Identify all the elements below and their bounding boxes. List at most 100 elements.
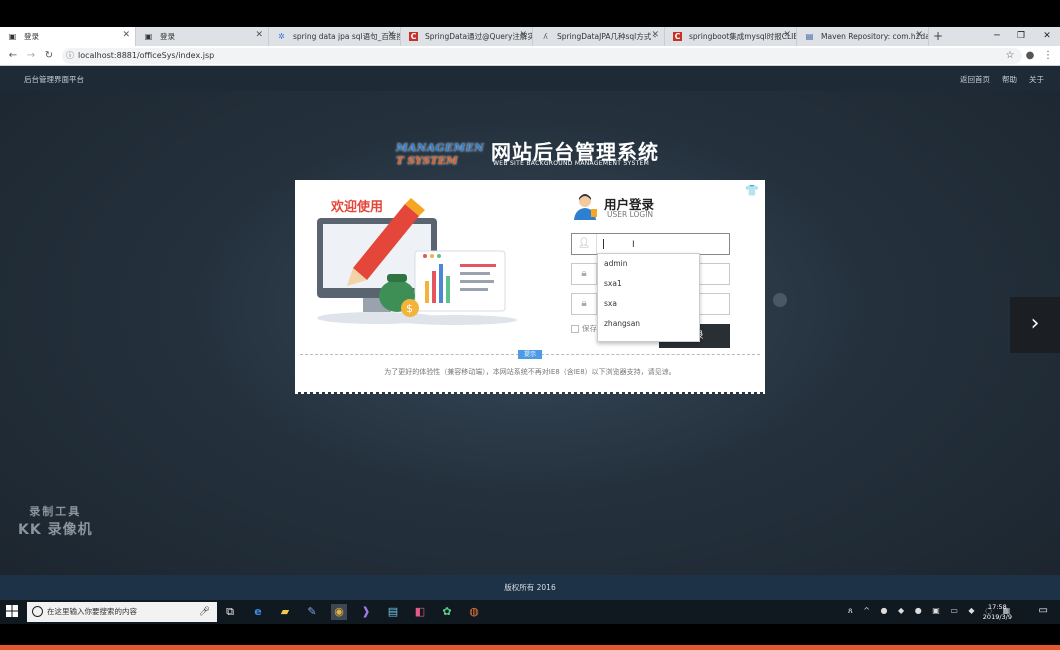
username-input[interactable]	[598, 234, 728, 254]
autocomplete-option[interactable]: zhangsan	[598, 314, 699, 334]
browser-tab[interactable]: ▣ 登录 ✕	[0, 27, 136, 46]
jianshu-icon: ʎ	[543, 32, 548, 41]
browser-tab[interactable]: ▣ 登录 ✕	[136, 27, 269, 46]
autocomplete-option[interactable]: admin	[598, 254, 699, 274]
logo-line2: T SYSTEM	[396, 155, 458, 167]
user-icon: 👤︎	[572, 234, 597, 254]
watermark-line2: KK 录像机	[18, 522, 93, 538]
ibeam-cursor-icon: I	[632, 240, 635, 250]
taskbar-clock[interactable]: 17:58 2019/3/9	[983, 602, 1012, 622]
page-footer: 版权所有 2016	[0, 575, 1060, 600]
recording-bar	[0, 645, 1060, 650]
address-bar-row: ← → ↻ ⓘ localhost:8881/officeSys/index.j…	[0, 46, 1060, 66]
windows-start-icon[interactable]	[6, 605, 18, 617]
bookmark-star-icon[interactable]: ☆	[1003, 49, 1017, 63]
new-tab-button[interactable]: +	[929, 27, 947, 46]
close-tab-icon[interactable]: ✕	[519, 30, 527, 40]
user-avatar-icon	[574, 194, 597, 220]
logo-line1: MANAGEMEN	[396, 142, 485, 154]
tab-title: spring data jpa sql语句_百度搜	[293, 32, 401, 41]
tab-title: 登录	[24, 32, 39, 41]
file-explorer-icon[interactable]: ▰	[277, 604, 293, 620]
chrome-icon[interactable]: ◉	[331, 604, 347, 620]
cortana-icon	[32, 606, 43, 617]
notepad-icon[interactable]: ▤	[385, 604, 401, 620]
next-slide-button[interactable]: ›	[1010, 297, 1060, 353]
minimize-icon[interactable]: ─	[984, 27, 1010, 46]
app-icon[interactable]: ✎	[304, 604, 320, 620]
intellij-icon[interactable]: ◧	[412, 604, 428, 620]
menu-icon[interactable]: ⋮	[1041, 49, 1055, 63]
svg-text:$: $	[406, 302, 413, 315]
watermark-line1: 录制工具	[29, 505, 82, 518]
username-field[interactable]: 👤︎	[571, 233, 730, 255]
page-icon: ▣	[8, 32, 17, 41]
close-tab-icon[interactable]: ✕	[915, 30, 923, 40]
baidu-icon: ✲	[278, 32, 285, 41]
copyright-text: 版权所有 2016	[504, 583, 556, 592]
account-icon[interactable]: ●	[1023, 49, 1037, 63]
clock-date: 2019/3/9	[982, 613, 1012, 621]
back-icon[interactable]: ←	[6, 49, 20, 63]
recorder-watermark: 录制工具 KK 录像机	[18, 503, 93, 539]
windows-taskbar: 在这里输入你要搜索的内容 🎤︎ ⧉ e ▰ ✎ ◉ ❱ ▤ ◧ ✿ ◍ ጸ ^ …	[0, 600, 1060, 624]
lock-icon: 🔒︎	[572, 294, 597, 314]
browser-tab[interactable]: ✲ spring data jpa sql语句_百度搜 ✕	[269, 27, 401, 46]
mic-icon[interactable]: 🎤︎	[199, 602, 210, 622]
top-nav: 后台管理界面平台 返回首页 帮助 关于	[0, 66, 1060, 91]
browser-tab[interactable]: ▤ Maven Repository: com.h2dat ✕	[797, 27, 929, 46]
close-tab-icon[interactable]: ✕	[387, 30, 395, 40]
browser-tab[interactable]: C springboot集成mysql时报CLIE ✕	[665, 27, 797, 46]
username-autocomplete: admin sxa1 sxa zhangsan	[597, 253, 700, 342]
autocomplete-option[interactable]: sxa1	[598, 274, 699, 294]
maven-icon: ▤	[805, 32, 814, 41]
photos-icon[interactable]: ✿	[439, 604, 455, 620]
computer-illustration: $	[317, 198, 517, 325]
nav-link-about[interactable]: 关于	[1029, 74, 1044, 85]
clock-time: 17:58	[988, 603, 1007, 611]
skin-switch-icon[interactable]: 👕	[745, 184, 759, 197]
csdn-icon: C	[673, 32, 682, 41]
notification-icon[interactable]: ▭	[1039, 605, 1048, 616]
search-placeholder: 在这里输入你要搜索的内容	[47, 607, 137, 616]
text-caret	[603, 239, 604, 249]
recorder-icon[interactable]: ◍	[466, 604, 482, 620]
close-tab-icon[interactable]: ✕	[122, 30, 130, 40]
close-tab-icon[interactable]: ✕	[255, 30, 263, 40]
page-icon: ▣	[144, 32, 153, 41]
remember-me[interactable]: 保存	[571, 323, 597, 334]
csdn-icon: C	[409, 32, 418, 41]
reload-icon[interactable]: ↻	[42, 49, 56, 63]
remember-label: 保存	[582, 324, 597, 333]
management-system-logo: MANAGEMEN T SYSTEM	[396, 142, 486, 168]
url-text: localhost:8881/officeSys/index.jsp	[78, 51, 215, 60]
card-torn-edge	[295, 388, 765, 394]
close-window-icon[interactable]: ✕	[1034, 27, 1060, 46]
url-field[interactable]: ⓘ localhost:8881/officeSys/index.jsp	[62, 48, 1022, 64]
lock-icon: 🔒︎	[572, 264, 597, 284]
close-tab-icon[interactable]: ✕	[783, 30, 791, 40]
autocomplete-option[interactable]: sxa	[598, 294, 699, 314]
tab-title: springboot集成mysql时报CLIE	[689, 32, 797, 41]
forward-icon[interactable]: →	[24, 49, 38, 63]
visual-studio-icon[interactable]: ❱	[358, 604, 374, 620]
nav-link-home[interactable]: 返回首页	[960, 74, 990, 85]
browser-tab[interactable]: ʎ SpringDataJPA几种sql方式 - ✕	[533, 27, 665, 46]
remember-checkbox[interactable]	[571, 324, 579, 333]
tip-badge: 提示	[518, 350, 542, 359]
task-view-icon[interactable]: ⧉	[222, 604, 238, 620]
browser-notice: 为了更好的体验性（兼容移动端），本网站系统不再对IE8（含IE8）以下浏览器支持…	[384, 368, 676, 376]
taskbar-search[interactable]: 在这里输入你要搜索的内容 🎤︎	[27, 602, 217, 622]
tab-title: 登录	[160, 32, 175, 41]
login-subtitle: USER LOGIN	[607, 210, 654, 219]
close-tab-icon[interactable]: ✕	[651, 30, 659, 40]
browser-tab[interactable]: C SpringData通过@Query注解实 ✕	[401, 27, 533, 46]
nav-link-help[interactable]: 帮助	[1002, 74, 1017, 85]
tab-title: SpringData通过@Query注解实	[425, 32, 533, 41]
tab-title: Maven Repository: com.h2dat	[821, 32, 929, 41]
info-icon[interactable]: ⓘ	[66, 48, 74, 64]
restore-icon[interactable]: ❐	[1008, 27, 1034, 46]
tab-title: SpringDataJPA几种sql方式 -	[557, 32, 657, 41]
site-subtitle: WEB SITE BACKGROUND MANAGEMENT SYSTEM	[493, 160, 650, 167]
edge-icon[interactable]: e	[250, 604, 266, 620]
